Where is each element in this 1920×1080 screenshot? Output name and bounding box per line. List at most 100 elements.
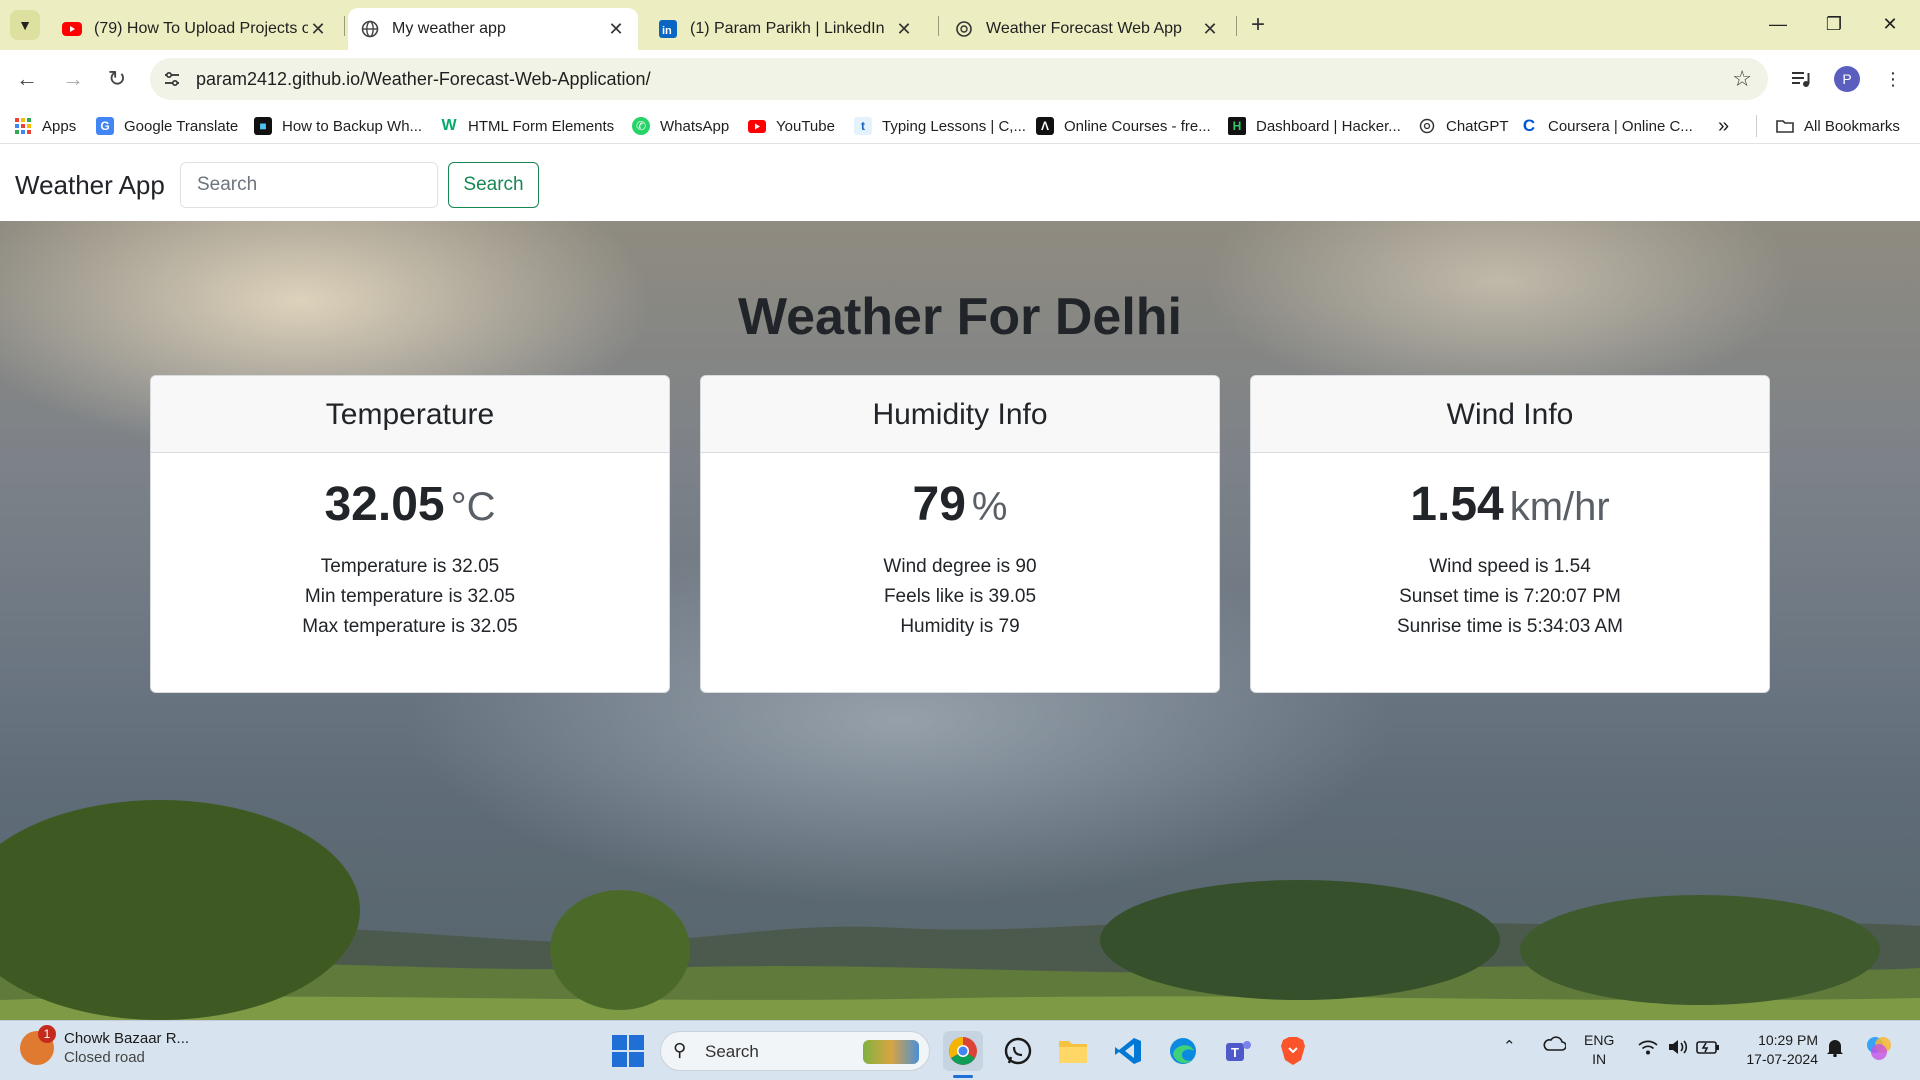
new-tab-button[interactable]: +: [1244, 12, 1272, 40]
bookmark-chatgpt[interactable]: ChatGPT: [1418, 114, 1509, 138]
notification-bell-icon[interactable]: [1826, 1037, 1844, 1061]
courses-icon: Λ: [1036, 117, 1054, 135]
app-brand[interactable]: Weather App: [15, 170, 165, 201]
bookmark-label: Online Courses - fre...: [1064, 117, 1211, 135]
close-icon[interactable]: ✕: [308, 19, 328, 40]
bookmark-label: HTML Form Elements: [468, 117, 615, 135]
system-clock[interactable]: 10:29 PM 17-07-2024: [1738, 1031, 1818, 1069]
detail-line: Max temperature is 32.05: [302, 616, 518, 637]
copilot-icon[interactable]: [1864, 1033, 1894, 1067]
language-code: ENG: [1584, 1032, 1615, 1048]
close-icon[interactable]: ✕: [894, 19, 914, 40]
news-widget[interactable]: 1 Chowk Bazaar R... Closed road: [20, 1025, 189, 1067]
media-controls-icon[interactable]: [1786, 64, 1816, 94]
bookmark-label: ChatGPT: [1446, 117, 1509, 135]
weather-hero: Weather For Delhi Temperature 32.05 °C Te…: [0, 221, 1920, 1020]
bookmark-label: Google Translate: [124, 117, 239, 135]
linkedin-icon: in: [658, 19, 678, 39]
close-icon[interactable]: ✕: [606, 19, 626, 40]
tab-weather-forecast[interactable]: Weather Forecast Web App ✕: [942, 8, 1232, 50]
temperature-unit: °C: [450, 485, 496, 529]
window-close-button[interactable]: ✕: [1862, 6, 1918, 42]
notification-badge: 1: [38, 1025, 56, 1043]
clock-date: 17-07-2024: [1746, 1051, 1818, 1067]
wifi-icon[interactable]: [1638, 1039, 1658, 1059]
taskbar-search[interactable]: ⚲ Search: [660, 1031, 930, 1071]
teams-icon[interactable]: T: [1218, 1031, 1258, 1071]
site-settings-icon[interactable]: [160, 67, 184, 91]
battery-icon[interactable]: [1696, 1039, 1720, 1059]
app-navbar: Weather App Search: [0, 144, 1920, 221]
active-app-indicator: [953, 1075, 973, 1078]
bookmark-star-icon[interactable]: ☆: [1732, 66, 1752, 92]
detail-line: Sunrise time is 5:34:03 AM: [1397, 616, 1623, 637]
w3schools-icon: W: [441, 117, 457, 134]
bookmark-label: How to Backup Wh...: [282, 117, 423, 135]
whatsapp-icon: ✆: [632, 117, 650, 135]
tab-title: (79) How To Upload Projects on: [94, 20, 308, 37]
detail-line: Temperature is 32.05: [320, 556, 500, 577]
bookmark-backup[interactable]: ■ How to Backup Wh...: [254, 114, 422, 138]
card-main-value: 79%: [701, 477, 1219, 532]
tab-linkedin[interactable]: in (1) Param Parikh | LinkedIn ✕: [646, 8, 926, 50]
svg-text:in: in: [662, 25, 672, 37]
search-highlight-image: [863, 1040, 919, 1064]
bookmark-label: Dashboard | Hacker...: [1256, 117, 1401, 135]
apps-grid-icon: [14, 117, 32, 135]
chrome-menu-icon[interactable]: ⋮: [1878, 64, 1908, 94]
bookmark-apps[interactable]: Apps: [14, 114, 76, 138]
traffic-alert-icon: 1: [20, 1025, 56, 1065]
bookmark-whatsapp[interactable]: ✆ WhatsApp: [632, 114, 729, 138]
card-main-value: 32.05 °C: [151, 477, 669, 532]
bookmarks-bar: Apps G Google Translate ■ How to Backup …: [0, 108, 1920, 144]
minimize-button[interactable]: —: [1750, 6, 1806, 42]
tab-youtube-upload[interactable]: (79) How To Upload Projects on ✕: [50, 8, 340, 50]
windows-logo-icon: [612, 1035, 627, 1050]
profile-avatar[interactable]: P: [1834, 66, 1860, 92]
start-button[interactable]: [612, 1035, 644, 1067]
bookmark-typing[interactable]: t Typing Lessons | C,...: [854, 114, 1026, 138]
browser-toolbar: ← → ↻ param2412.github.io/Weather-Foreca…: [0, 50, 1920, 108]
bookmark-coursera[interactable]: C Coursera | Online C...: [1520, 114, 1693, 138]
close-icon[interactable]: ✕: [1200, 19, 1220, 40]
forward-button[interactable]: →: [56, 62, 90, 96]
bookmarks-overflow-button[interactable]: »: [1718, 114, 1729, 138]
detail-line: Wind speed is 1.54: [1429, 556, 1591, 577]
volume-icon[interactable]: [1668, 1039, 1688, 1059]
bookmark-online-courses[interactable]: Λ Online Courses - fre...: [1036, 114, 1211, 138]
address-bar[interactable]: param2412.github.io/Weather-Forecast-Web…: [150, 58, 1768, 100]
bookmark-google-translate[interactable]: G Google Translate: [96, 114, 238, 138]
language-indicator[interactable]: ENG IN: [1584, 1031, 1614, 1069]
onedrive-icon[interactable]: [1542, 1035, 1567, 1055]
whatsapp-icon[interactable]: [998, 1031, 1038, 1071]
chrome-icon[interactable]: [943, 1031, 983, 1071]
windows-logo-icon: [612, 1052, 627, 1067]
detail-line: Min temperature is 32.05: [304, 586, 516, 607]
tab-title: (1) Param Parikh | LinkedIn: [690, 20, 885, 37]
bookmark-youtube[interactable]: YouTube: [748, 114, 835, 138]
url-text: param2412.github.io/Weather-Forecast-Web…: [196, 69, 651, 89]
bookmark-html-forms[interactable]: W HTML Form Elements: [440, 114, 614, 138]
openai-icon: [1418, 117, 1436, 135]
bookmark-label: Apps: [42, 117, 77, 135]
card-details: Wind degree is 90 Feels like is 39.05 Hu…: [701, 552, 1219, 642]
coursera-icon: C: [1522, 116, 1536, 135]
tab-search-button[interactable]: ▼: [10, 10, 40, 40]
page-title: Weather For Delhi: [737, 288, 1182, 346]
city-search-input[interactable]: [180, 162, 438, 208]
tab-my-weather-app[interactable]: My weather app ✕: [348, 8, 638, 50]
bookmark-hackerrank[interactable]: H Dashboard | Hacker...: [1228, 114, 1401, 138]
globe-icon: [360, 19, 380, 39]
restore-button[interactable]: ❐: [1806, 6, 1862, 42]
card-header: Humidity Info: [701, 376, 1219, 453]
file-explorer-icon[interactable]: [1053, 1031, 1093, 1071]
reload-button[interactable]: ↻: [100, 62, 134, 96]
temperature-card: Temperature 32.05 °C Temperature is 32.05…: [150, 375, 670, 693]
back-button[interactable]: ←: [10, 62, 44, 96]
all-bookmarks-button[interactable]: All Bookmarks: [1776, 114, 1900, 138]
vscode-icon[interactable]: [1108, 1031, 1148, 1071]
search-button[interactable]: Search: [448, 162, 539, 208]
brave-icon[interactable]: [1273, 1031, 1313, 1071]
show-hidden-icons-button[interactable]: ⌃: [1503, 1037, 1516, 1055]
edge-icon[interactable]: [1163, 1031, 1203, 1071]
